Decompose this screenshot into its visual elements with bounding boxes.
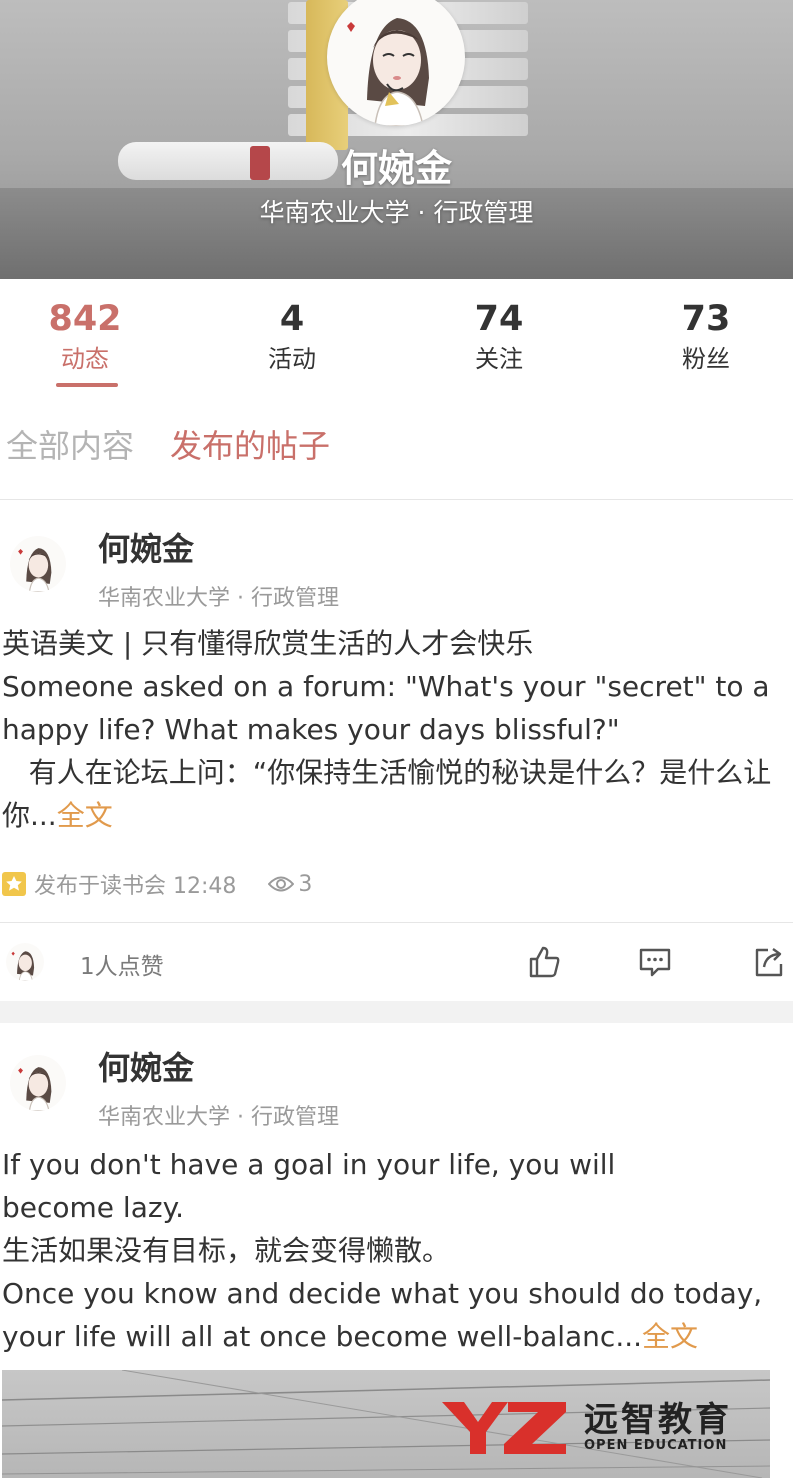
post-meta: 发布于读书会 12:48 3 xyxy=(2,868,312,900)
post-author-school: 华南农业大学 · 行政管理 xyxy=(98,586,339,611)
post-image[interactable]: 远智教育 OPEN EDUCATION xyxy=(2,1370,770,1478)
post-author-avatar[interactable] xyxy=(10,1055,66,1111)
watermark-brand-cn: 远智教育 xyxy=(584,1400,732,1440)
post-body[interactable]: If you don't have a goal in your life, y… xyxy=(2,1143,792,1358)
girl-portrait-icon xyxy=(11,951,35,981)
post-author-name[interactable]: 何婉金 xyxy=(98,1043,194,1089)
content-filter-tabs: 全部内容 发布的帖子 xyxy=(0,420,793,480)
yz-logo-icon xyxy=(442,1402,566,1454)
profile-school: 华南农业大学 · 行政管理 xyxy=(259,198,534,227)
view-count: 3 xyxy=(298,871,313,897)
comment-icon[interactable] xyxy=(638,945,672,979)
stat-label: 粉丝 xyxy=(682,345,730,373)
stat-value: 74 xyxy=(474,299,524,339)
eye-icon xyxy=(268,876,295,892)
stat-label: 关注 xyxy=(475,345,523,373)
divider xyxy=(0,499,793,500)
profile-header: 何婉金 华南农业大学 · 行政管理 xyxy=(0,0,793,279)
stat-value: 73 xyxy=(681,299,731,339)
read-full-link[interactable]: 全文 xyxy=(57,799,113,832)
stat-tab-followers[interactable]: 73 粉丝 xyxy=(607,279,793,375)
post-separator xyxy=(0,1001,793,1023)
share-icon[interactable] xyxy=(752,945,786,979)
stat-tab-posts[interactable]: 842 动态 xyxy=(0,279,184,375)
post-author-school: 华南农业大学 · 行政管理 xyxy=(98,1105,339,1130)
stat-value: 842 xyxy=(48,299,122,339)
thumbs-up-icon[interactable] xyxy=(527,945,561,979)
filter-published-posts[interactable]: 发布的帖子 xyxy=(170,420,330,472)
profile-name: 何婉金 xyxy=(341,147,452,190)
post-author-name[interactable]: 何婉金 xyxy=(98,524,194,570)
stat-label: 动态 xyxy=(61,345,109,373)
stat-label: 活动 xyxy=(268,345,316,373)
post-body[interactable]: 英语美文 | 只有懂得欣赏生活的人才会快乐 Someone asked on a… xyxy=(2,622,792,837)
girl-portrait-icon xyxy=(18,548,52,592)
like-count-text[interactable]: 1人点赞 xyxy=(80,947,164,981)
stat-value: 4 xyxy=(279,299,305,339)
stats-bar: 842 动态 4 活动 74 关注 73 粉丝 xyxy=(0,279,793,394)
post-action-bar: 1人点赞 xyxy=(0,923,793,1003)
liker-avatar[interactable] xyxy=(6,943,44,981)
read-full-link[interactable]: 全文 xyxy=(642,1320,698,1353)
active-tab-indicator xyxy=(56,383,118,387)
filter-all-content[interactable]: 全部内容 xyxy=(6,420,134,472)
watermark-brand-en: OPEN EDUCATION xyxy=(584,1438,728,1453)
stat-tab-activities[interactable]: 4 活动 xyxy=(193,279,391,375)
post-text: 英语美文 | 只有懂得欣赏生活的人才会快乐 Someone asked on a… xyxy=(2,627,772,832)
stat-tab-following[interactable]: 74 关注 xyxy=(400,279,598,375)
post-published-info: 发布于读书会 12:48 xyxy=(34,874,237,899)
post-author-avatar[interactable] xyxy=(10,536,66,592)
watermark: 远智教育 OPEN EDUCATION xyxy=(442,1398,732,1458)
star-badge-icon xyxy=(2,872,26,896)
girl-portrait-icon xyxy=(18,1067,52,1111)
